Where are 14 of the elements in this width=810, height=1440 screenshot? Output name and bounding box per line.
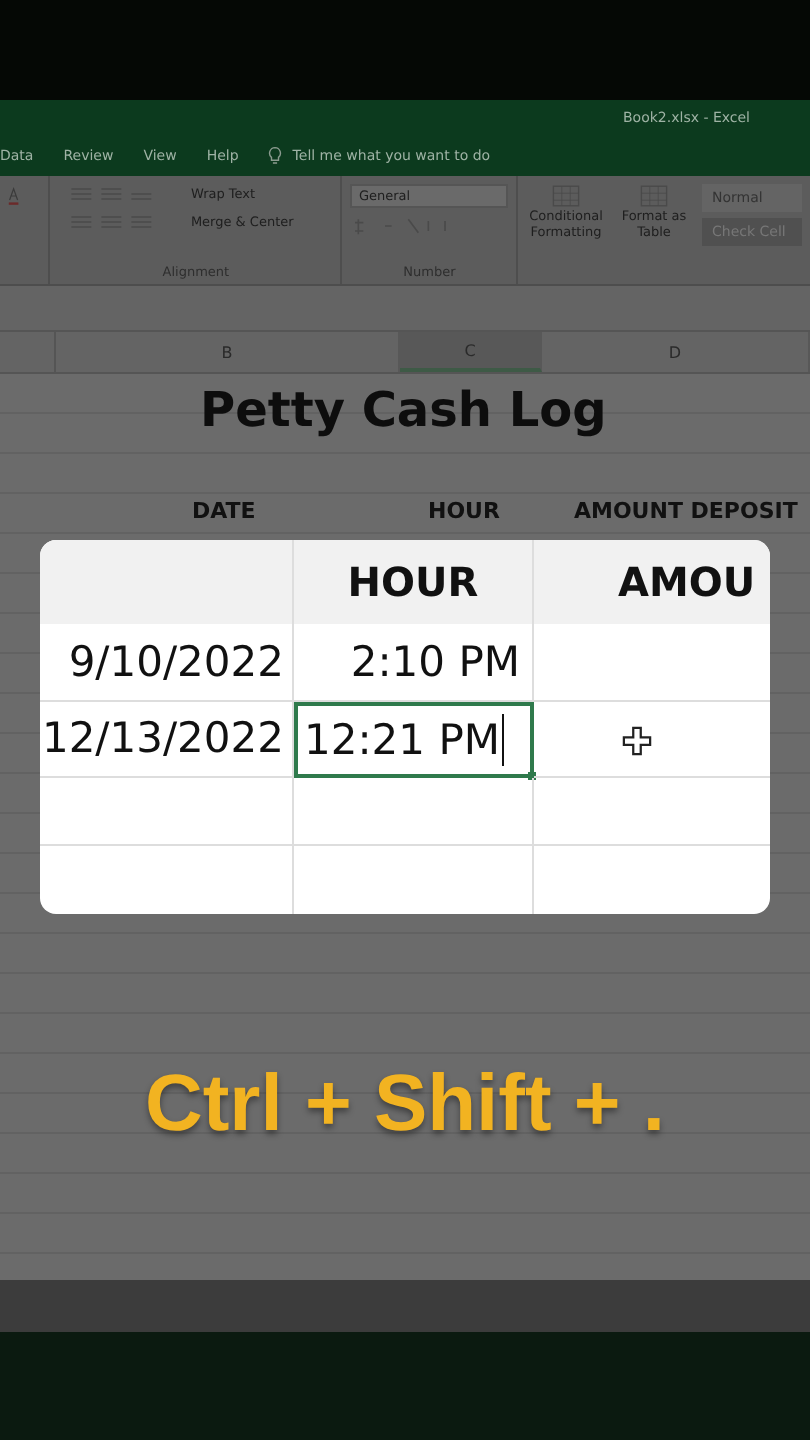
shortcut-caption: Ctrl + Shift + .: [142, 1060, 668, 1150]
time-cell[interactable]: 2:10 PM: [294, 623, 534, 702]
date-cell: 9/10/2022: [40, 623, 294, 702]
date-cell: 12/13/2022: [40, 701, 294, 779]
time-cell[interactable]: 12:21 PM: [294, 701, 534, 779]
cursor-icon: [622, 725, 652, 756]
column-title: AMOUNT DEPOSIT: [574, 497, 798, 523]
column-title: HOUR: [428, 497, 502, 523]
sheet-title: Petty Cash Log: [200, 381, 607, 437]
column-title: AMOU: [616, 555, 758, 610]
column-title: DATE: [192, 497, 258, 523]
lightbulb-icon: [268, 146, 283, 166]
column-title: HOUR: [294, 540, 534, 624]
column-header[interactable]: D: [542, 332, 810, 372]
